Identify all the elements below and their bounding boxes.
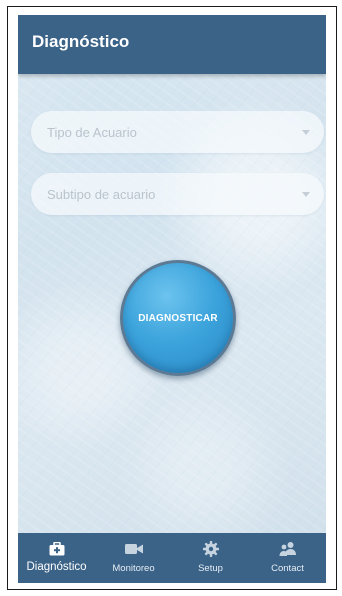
caret-down-icon: [302, 191, 310, 197]
bottom-navigation: Diagnóstico Monitoreo Setup Contact: [18, 533, 326, 583]
diagnose-button-label: DIAGNOSTICAR: [138, 312, 218, 324]
caret-down-icon: [302, 129, 310, 135]
nav-label-contact: Contact: [271, 563, 304, 574]
contacts-icon: [278, 540, 298, 558]
aquarium-subtype-placeholder: Subtipo de acuario: [47, 186, 156, 202]
aquarium-subtype-dropdown[interactable]: Subtipo de acuario: [31, 173, 324, 215]
gear-icon: [201, 540, 221, 558]
nav-label-diagnostico: Diagnóstico: [26, 561, 87, 573]
page-title: Diagnóstico: [32, 31, 130, 51]
aquarium-type-placeholder: Tipo de Acuario: [47, 124, 137, 140]
nav-item-contact[interactable]: Contact: [249, 533, 326, 583]
nav-item-setup[interactable]: Setup: [172, 533, 249, 583]
app-screen: Diagnóstico Tipo de Acuario Subtipo de a…: [18, 15, 326, 583]
nav-item-monitoreo[interactable]: Monitoreo: [95, 533, 172, 583]
nav-label-setup: Setup: [198, 563, 223, 574]
diagnose-button[interactable]: DIAGNOSTICAR: [120, 260, 236, 376]
medical-kit-icon: [47, 540, 67, 558]
nav-item-diagnostico[interactable]: Diagnóstico: [18, 533, 95, 583]
video-camera-icon: [124, 540, 144, 558]
app-bar: Diagnóstico: [18, 15, 326, 74]
aquarium-type-dropdown[interactable]: Tipo de Acuario: [31, 111, 324, 153]
screenshot-frame: Diagnóstico Tipo de Acuario Subtipo de a…: [7, 6, 337, 590]
nav-label-monitoreo: Monitoreo: [112, 563, 155, 574]
